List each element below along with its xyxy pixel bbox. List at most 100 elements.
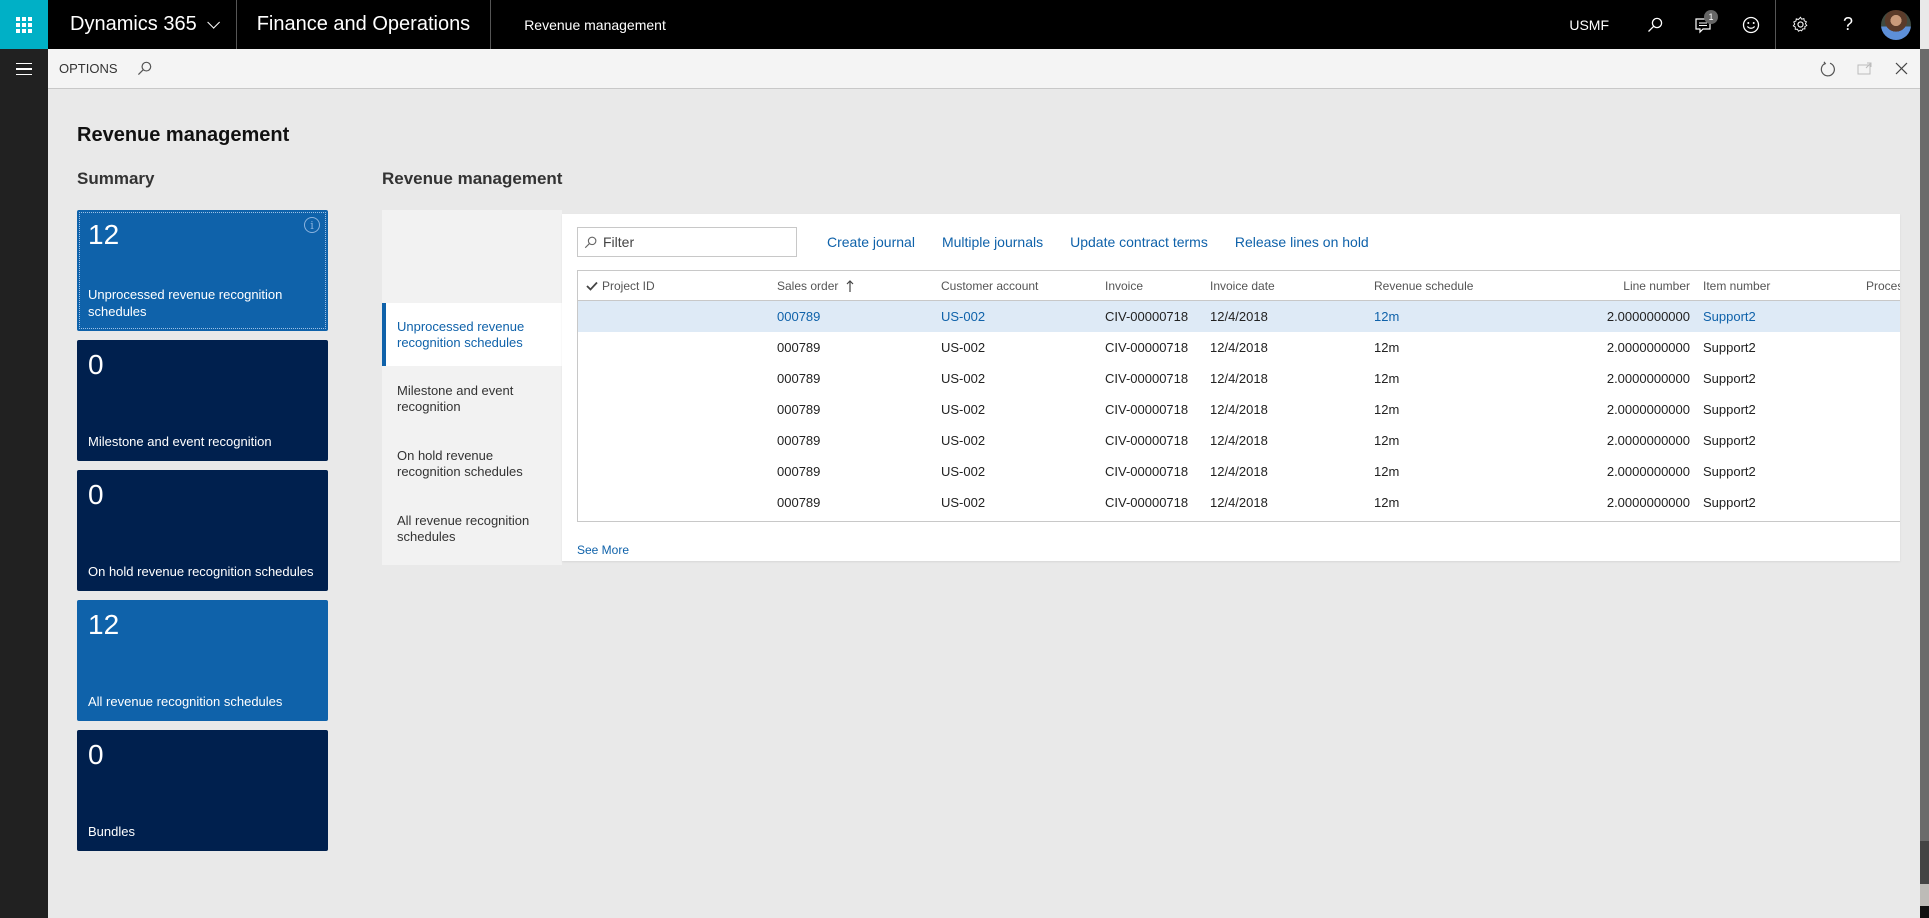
tile-count: 0: [88, 739, 104, 770]
item-number-cell[interactable]: Support2: [1703, 301, 1756, 332]
app-launcher-button[interactable]: [0, 0, 48, 49]
line-number-cell: 2.0000000000: [1606, 433, 1690, 448]
revenue-schedule-cell[interactable]: 12m: [1374, 301, 1399, 332]
schedules-grid: Project ID Sales order Customer account …: [577, 270, 1900, 522]
feedback-button[interactable]: [1727, 0, 1775, 49]
revenue-schedule-cell: 12m: [1374, 371, 1400, 386]
customer-account-cell[interactable]: US-002: [941, 301, 985, 332]
user-avatar[interactable]: [1881, 9, 1911, 40]
customer-account-cell: US-002: [941, 340, 986, 355]
column-header-line-number[interactable]: Line number: [1538, 271, 1690, 300]
tile-count: 0: [88, 479, 104, 510]
open-new-window-icon: [1857, 62, 1871, 74]
filter-input[interactable]: [603, 234, 783, 250]
grid-header-row: Project ID Sales order Customer account …: [578, 271, 1900, 301]
brand-name: Dynamics 365: [70, 13, 197, 35]
table-row[interactable]: 000789 US-002 CIV-00000718 12/4/2018 12m 2.00…: [578, 394, 1900, 425]
column-header-item-number[interactable]: Item number: [1703, 271, 1770, 300]
invoice-date-cell: 12/4/2018: [1210, 495, 1268, 510]
search-icon: [584, 236, 597, 248]
line-number-cell: 2.0000000000: [1606, 464, 1690, 479]
see-more-link[interactable]: See More: [577, 543, 629, 557]
table-row[interactable]: 000789 US-002 CIV-00000718 12/4/2018 12m 2.00…: [578, 425, 1900, 456]
summary-tiles: 12 i Unprocessed revenue recognition sch…: [77, 210, 328, 860]
notifications-button[interactable]: 1: [1679, 0, 1727, 49]
tile-bundles[interactable]: 0 Bundles: [77, 730, 328, 851]
settings-button[interactable]: [1776, 0, 1824, 49]
customer-account-cell: US-002: [941, 402, 986, 417]
revenue-schedule-cell: 12m: [1374, 433, 1400, 448]
column-header-invoice[interactable]: Invoice: [1105, 271, 1143, 300]
hamburger-icon: [16, 62, 32, 65]
invoice-date-cell: 12/4/2018: [1210, 402, 1268, 417]
column-header-project-id[interactable]: Project ID: [602, 271, 655, 300]
settings-gear-icon: [1792, 16, 1807, 32]
tab-on-hold-schedules[interactable]: On hold revenue recognition schedules: [382, 431, 562, 496]
tab-label: Milestone and event recognition: [397, 382, 514, 414]
help-button[interactable]: ?: [1824, 0, 1872, 49]
invoice-date-cell: 12/4/2018: [1210, 340, 1268, 355]
company-picker[interactable]: USMF: [1569, 17, 1609, 33]
column-header-revenue-schedule[interactable]: Revenue schedule: [1374, 271, 1473, 300]
grid-actions: Create journal Multiple journals Update …: [827, 234, 1369, 250]
table-row[interactable]: 000789 US-002 CIV-00000718 12/4/2018 12m 2.00…: [578, 363, 1900, 394]
tile-milestone-event-recognition[interactable]: 0 Milestone and event recognition: [77, 340, 328, 461]
invoice-cell: CIV-00000718: [1105, 340, 1189, 355]
options-tab[interactable]: OPTIONS: [48, 61, 118, 76]
dynamics-365-menu[interactable]: Dynamics 365: [48, 0, 237, 49]
feedback-smiley-icon: [1742, 16, 1760, 33]
close-page-button[interactable]: [1883, 49, 1920, 89]
search-icon: [1648, 17, 1663, 32]
invoice-date-cell: 12/4/2018: [1210, 309, 1268, 324]
create-journal-button[interactable]: Create journal: [827, 234, 915, 250]
line-number-cell: 2.0000000000: [1606, 309, 1690, 324]
multiple-journals-button[interactable]: Multiple journals: [942, 234, 1043, 250]
tile-on-hold-schedules[interactable]: 0 On hold revenue recognition schedules: [77, 470, 328, 591]
tile-unprocessed-schedules[interactable]: 12 i Unprocessed revenue recognition sch…: [77, 210, 328, 331]
open-in-new-window-button[interactable]: [1846, 49, 1883, 89]
column-header-label: Sales order: [777, 278, 839, 293]
action-pane: OPTIONS: [48, 49, 1920, 89]
invoice-cell: CIV-00000718: [1105, 433, 1189, 448]
grid-body: 000789 US-002 CIV-00000718 12/4/2018 12m 2.00…: [578, 301, 1900, 518]
app-launcher-icon: [16, 16, 32, 33]
tab-label: Unprocessed revenue recognition schedule…: [397, 318, 525, 350]
revenue-schedule-cell: 12m: [1374, 340, 1400, 355]
tile-label: Bundles: [88, 824, 135, 839]
refresh-icon: [1820, 60, 1835, 76]
search-button[interactable]: [1631, 0, 1679, 49]
tile-all-schedules[interactable]: 12 All revenue recognition schedules: [77, 600, 328, 721]
column-header-process[interactable]: Proces: [1866, 271, 1900, 300]
search-icon: [137, 61, 151, 76]
table-row[interactable]: 000789 US-002 CIV-00000718 12/4/2018 12m 2.00…: [578, 456, 1900, 487]
sales-order-cell: 000789: [777, 371, 821, 386]
release-lines-on-hold-button[interactable]: Release lines on hold: [1235, 234, 1369, 250]
invoice-cell: CIV-00000718: [1105, 402, 1189, 417]
table-row[interactable]: 000789 US-002 CIV-00000718 12/4/2018 12m 2.00…: [578, 301, 1900, 332]
hamburger-menu-button[interactable]: [0, 49, 48, 89]
update-contract-terms-button[interactable]: Update contract terms: [1070, 234, 1208, 250]
sort-ascending-icon: [846, 279, 854, 292]
tab-milestone-event-recognition[interactable]: Milestone and event recognition: [382, 366, 562, 431]
line-number-cell: 2.0000000000: [1606, 402, 1690, 417]
select-all-checkbox[interactable]: [586, 271, 602, 300]
tab-all-schedules[interactable]: All revenue recognition schedules: [382, 496, 562, 561]
sales-order-cell[interactable]: 000789: [777, 301, 820, 332]
column-header-sales-order[interactable]: Sales order: [777, 271, 854, 300]
info-icon[interactable]: i: [304, 217, 320, 233]
notification-badge: 1: [1704, 10, 1718, 24]
tab-unprocessed-schedules[interactable]: Unprocessed revenue recognition schedule…: [382, 303, 562, 366]
workspace-section-title: Revenue management: [382, 169, 563, 188]
filter-field[interactable]: [577, 227, 797, 257]
vertical-scrollbar[interactable]: [1920, 0, 1929, 918]
column-header-customer-account[interactable]: Customer account: [941, 271, 1038, 300]
column-header-invoice-date[interactable]: Invoice date: [1210, 271, 1275, 300]
sales-order-cell: 000789: [777, 433, 821, 448]
action-search-button[interactable]: [137, 61, 152, 76]
table-row[interactable]: 000789 US-002 CIV-00000718 12/4/2018 12m 2.00…: [578, 332, 1900, 363]
refresh-button[interactable]: [1809, 49, 1846, 89]
help-icon: ?: [1842, 14, 1853, 34]
item-number-cell: Support2: [1703, 495, 1756, 510]
item-number-cell: Support2: [1703, 433, 1756, 448]
table-row[interactable]: 000789 US-002 CIV-00000718 12/4/2018 12m 2.00…: [578, 487, 1900, 518]
